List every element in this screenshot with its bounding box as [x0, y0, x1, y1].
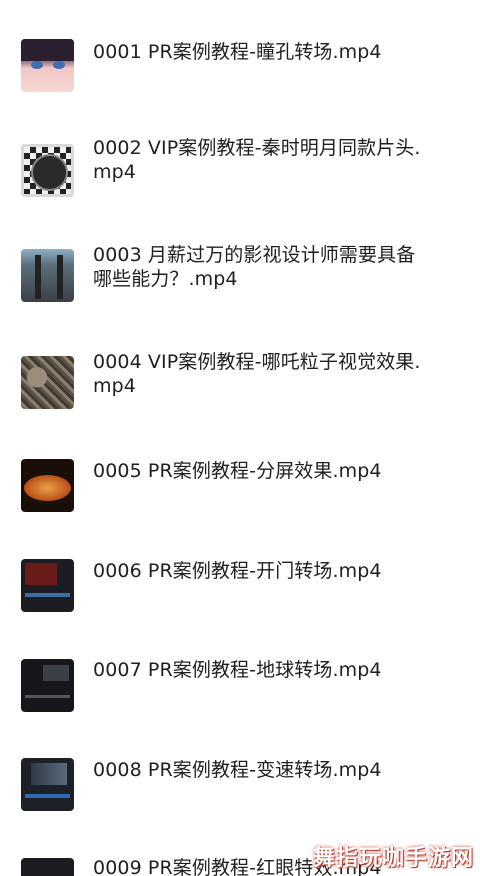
- file-name: 0006 PR案例教程-开门转场.mp4: [93, 560, 382, 582]
- video-thumbnail: [21, 758, 74, 811]
- file-name: 0007 PR案例教程-地球转场.mp4: [93, 659, 382, 681]
- video-thumbnail: [21, 459, 74, 512]
- list-item[interactable]: 0004 VIP案例教程-哪吒粒子视觉效果. mp4: [0, 332, 480, 432]
- video-thumbnail: [21, 858, 74, 876]
- file-name: 0008 PR案例教程-变速转场.mp4: [93, 759, 382, 781]
- file-name: 0003 月薪过万的影视设计师需要具备 哪些能力？.mp4: [93, 244, 416, 290]
- file-name: 0004 VIP案例教程-哪吒粒子视觉效果. mp4: [93, 351, 421, 397]
- video-thumbnail: [21, 559, 74, 612]
- list-item[interactable]: 0007 PR案例教程-地球转场.mp4: [0, 635, 480, 735]
- video-thumbnail: [21, 144, 74, 197]
- list-item[interactable]: 0005 PR案例教程-分屏效果.mp4: [0, 436, 480, 536]
- file-list: 0001 PR案例教程-瞳孔转场.mp4 0002 VIP案例教程-秦时明月同款…: [0, 0, 480, 876]
- watermark-logo: 舞指玩咖手游网: [312, 846, 474, 871]
- video-thumbnail: [21, 659, 74, 712]
- file-name: 0002 VIP案例教程-秦时明月同款片头. mp4: [93, 137, 421, 183]
- list-item[interactable]: 0002 VIP案例教程-秦时明月同款片头. mp4: [0, 118, 480, 218]
- video-thumbnail: [21, 356, 74, 409]
- file-name: 0001 PR案例教程-瞳孔转场.mp4: [93, 41, 382, 63]
- video-thumbnail: [21, 249, 74, 302]
- list-item[interactable]: 0008 PR案例教程-变速转场.mp4: [0, 734, 480, 834]
- list-item[interactable]: 0006 PR案例教程-开门转场.mp4: [0, 535, 480, 635]
- list-item[interactable]: 0003 月薪过万的影视设计师需要具备 哪些能力？.mp4: [0, 225, 480, 325]
- video-thumbnail: [21, 39, 74, 92]
- list-item[interactable]: 0001 PR案例教程-瞳孔转场.mp4: [0, 15, 480, 115]
- file-name: 0005 PR案例教程-分屏效果.mp4: [93, 460, 382, 482]
